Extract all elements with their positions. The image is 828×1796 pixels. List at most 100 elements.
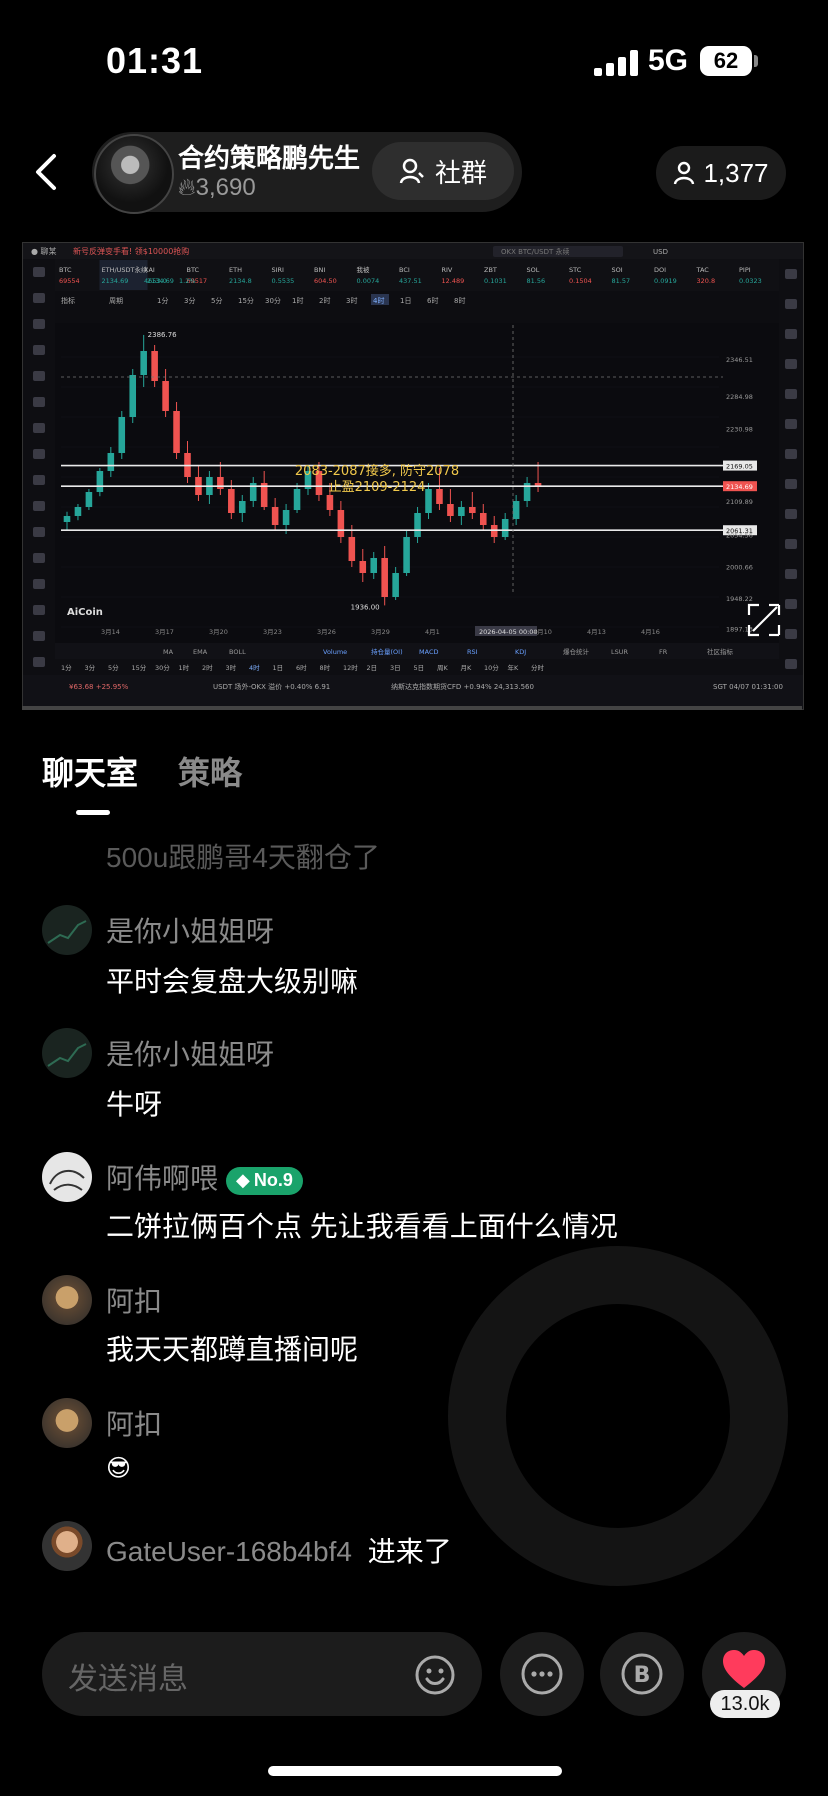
price-axis-label: 2000.66: [726, 564, 753, 572]
fullscreen-icon[interactable]: [747, 603, 781, 637]
chat-avatar[interactable]: [42, 1152, 92, 1202]
rank-badge-label: No.9: [253, 1170, 293, 1191]
time-axis: 3月14 3月17 3月20 3月23 3月26 3月29 4月1 2026-04-05 00…: [101, 626, 660, 636]
candle-body: [140, 351, 147, 375]
chat-avatar[interactable]: [42, 1028, 92, 1078]
sidebar-icon: [785, 359, 797, 369]
chat-username[interactable]: 阿伟啊喂: [106, 1163, 218, 1194]
symbol-tab-label: SOL: [527, 266, 540, 274]
price-axis-label: 2284.98: [726, 393, 753, 401]
sidebar-icon: [33, 371, 45, 381]
candle-body: [403, 537, 410, 573]
bottom-timeframe: 1分: [61, 663, 72, 672]
bottom-timeframe: 分时: [531, 663, 545, 672]
chat-avatar[interactable]: [42, 1398, 92, 1448]
symbol-tab-active: [99, 260, 148, 290]
sidebar-icon: [785, 449, 797, 459]
bottom-timeframe: 1时: [179, 663, 190, 672]
time-axis-label: 3月20: [209, 628, 228, 636]
candle-body: [96, 471, 104, 492]
live-chart-screen[interactable]: ● 聊某 新号反弹变手看! 领$10000抢购 OKX BTC/USDT 永续 …: [22, 242, 804, 710]
bottom-timeframe: 5分: [108, 663, 119, 672]
candle-body: [173, 411, 180, 453]
chat-username[interactable]: 是你小姐姐呀: [106, 1033, 274, 1073]
sidebar-icon: [785, 269, 797, 279]
time-axis-label: 3月23: [263, 628, 282, 636]
sidebar-icon: [785, 389, 797, 399]
time-axis-label: 2026-04-05 00:00: [479, 628, 538, 636]
toolbar-timeframe: 3分: [184, 296, 195, 305]
signal-icon: [594, 50, 644, 76]
battery-icon: 62: [700, 46, 752, 76]
time-axis-label: 4月10: [533, 628, 552, 636]
symbol-tab-value: 0.5535: [272, 277, 295, 285]
sidebar-icon: [33, 423, 45, 433]
symbol-tab-label: DOI: [654, 266, 666, 274]
chat-avatar[interactable]: [42, 1275, 92, 1325]
bottom-timeframe: 2日: [367, 664, 378, 672]
tab-strategy[interactable]: 策略: [178, 748, 242, 794]
user-icon: [674, 161, 695, 185]
chat-message: 二饼拉俩百个点 先让我看看上面什么情况: [106, 1211, 618, 1242]
sidebar-icon: [33, 293, 45, 303]
high-label: 2386.76: [148, 331, 177, 339]
indicator-tab: KDJ: [515, 648, 526, 656]
candle-body: [359, 561, 367, 573]
chat-username[interactable]: GateUser-168b4bf4: [106, 1536, 352, 1567]
candle-body: [458, 507, 465, 516]
chat-username[interactable]: 阿扣: [106, 1280, 162, 1320]
candle-body: [271, 507, 279, 525]
coin-b-icon: B: [621, 1653, 663, 1695]
chat-username[interactable]: 是你小姐姐呀: [106, 910, 274, 950]
candle-body: [447, 504, 454, 516]
community-icon: [399, 158, 424, 184]
chart-currency[interactable]: USD: [653, 248, 668, 256]
chat-avatar[interactable]: [42, 905, 92, 955]
community-button[interactable]: 社群: [372, 142, 514, 200]
symbol-tab-label: BTC: [187, 266, 200, 274]
candle-body: [282, 510, 290, 525]
status-time: 01:31: [106, 40, 204, 81]
sidebar-icon: [33, 397, 45, 407]
gate-watermark: [448, 1246, 788, 1586]
price-axis-label: 2346.51: [726, 356, 753, 364]
toolbar-timeframe: 2时: [319, 296, 330, 305]
price-axis-label: 2109.89: [726, 498, 753, 506]
symbol-tab-label: RIV: [442, 266, 453, 274]
bottom-timeframe: 4时: [249, 663, 260, 672]
back-arrow-icon[interactable]: [28, 150, 68, 194]
candle-body: [151, 351, 158, 381]
sidebar-icon: [33, 657, 45, 667]
chart-ticker-text: 新号反弹变手看! 领$10000抢购: [73, 246, 189, 256]
candle-body: [381, 558, 388, 597]
chart-brand-logo: AiCoin: [67, 607, 103, 618]
more-button[interactable]: [500, 1632, 584, 1716]
chat-username[interactable]: 阿扣: [106, 1403, 162, 1443]
home-indicator[interactable]: [268, 1766, 562, 1776]
chat-message-emoji: 😎: [106, 1455, 132, 1482]
symbol-tab-label: 我被: [357, 265, 371, 274]
indicator-tab: 爆仓统计: [563, 647, 590, 656]
community-label: 社群: [434, 157, 487, 188]
chat-avatar[interactable]: [42, 1521, 92, 1571]
tab-chatroom[interactable]: 聊天室: [42, 748, 138, 794]
sidebar-icon: [785, 629, 797, 639]
toolbar-timeframe: 3时: [346, 296, 357, 305]
price-axis-label: 2230.98: [726, 425, 753, 433]
bitcoin-button[interactable]: B: [600, 1632, 684, 1716]
sidebar-icon: [33, 579, 45, 589]
emoji-icon[interactable]: [414, 1654, 456, 1696]
host-heat: 🔥︎3,690: [178, 174, 256, 202]
bottom-timeframe: 10分: [484, 663, 499, 672]
toolbar-timeframe: 8时: [454, 296, 465, 305]
bottom-timeframe: 3日: [390, 664, 401, 672]
chart-search[interactable]: OKX BTC/USDT 永续: [501, 247, 570, 256]
candle-body: [63, 516, 71, 522]
viewer-count[interactable]: 1,377: [656, 146, 786, 200]
toolbar-timeframe: 6时: [427, 296, 438, 305]
symbol-tab-value: 2134.69: [102, 277, 129, 285]
time-axis-label: 3月29: [371, 628, 390, 636]
candle-body: [107, 453, 115, 471]
host-avatar[interactable]: [94, 134, 174, 214]
bottom-timeframe: 8时: [320, 663, 331, 672]
